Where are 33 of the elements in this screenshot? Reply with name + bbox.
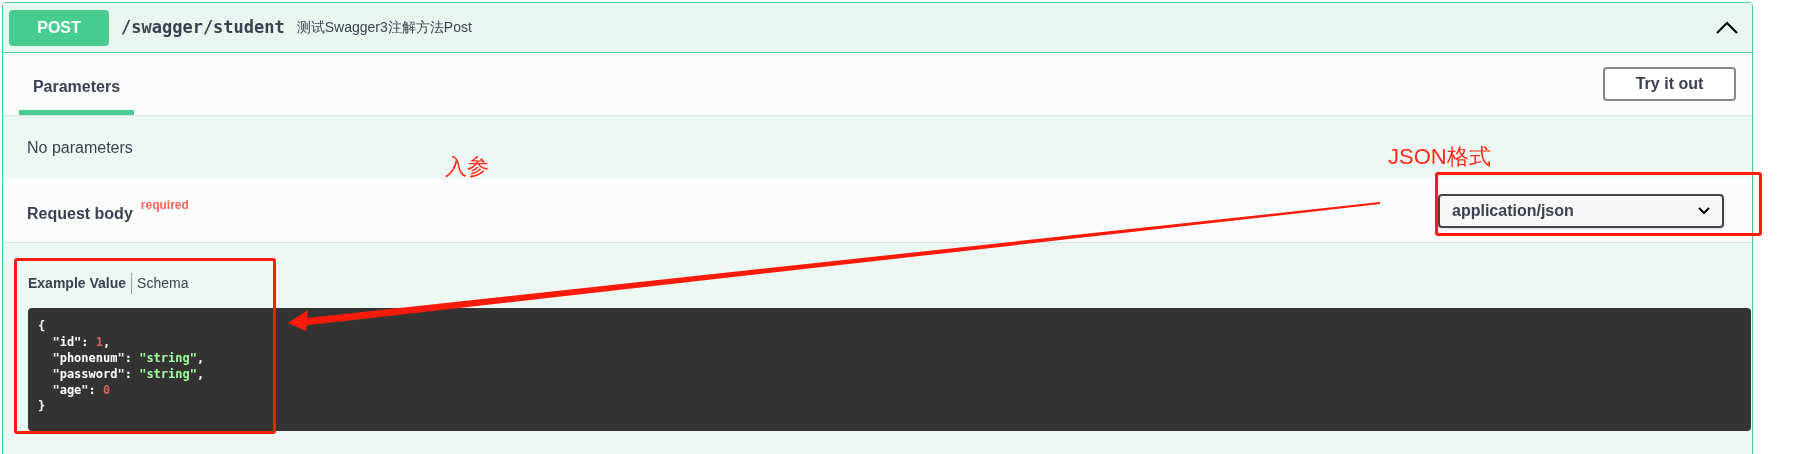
- example-value-tab[interactable]: Example Value: [28, 273, 132, 294]
- try-it-out-button[interactable]: Try it out: [1603, 67, 1736, 101]
- code-token: ,: [196, 351, 205, 365]
- code-token: 1: [95, 335, 104, 349]
- required-label: required: [140, 196, 189, 214]
- code-token: }: [38, 399, 46, 413]
- code-token: 0: [103, 383, 111, 397]
- operation-header[interactable]: POST /swagger/student 测试Swagger3注解方法Post: [3, 3, 1752, 53]
- annotation-text: 入参: [445, 156, 489, 178]
- code-token: "age": [51, 383, 89, 397]
- request-body-title: Request body: [27, 203, 133, 224]
- chevron-down-icon: [1698, 206, 1710, 215]
- code-token: :: [88, 383, 97, 397]
- schema-tab[interactable]: Schema: [131, 273, 194, 294]
- code-token: "string": [139, 351, 197, 365]
- code-token: ,: [103, 335, 111, 349]
- code-token: {: [38, 319, 46, 333]
- code-token: :: [124, 367, 133, 381]
- code-token: ,: [196, 367, 205, 381]
- content-type-select[interactable]: application/json: [1438, 193, 1724, 228]
- endpoint-summary: 测试Swagger3注解方法Post: [296, 18, 472, 37]
- code-token: :: [81, 335, 90, 349]
- no-parameters-text: No parameters: [27, 137, 133, 158]
- parameters-tab[interactable]: Parameters: [19, 53, 134, 115]
- code-token: "string": [139, 367, 197, 381]
- annotation-text: JSON格式: [1388, 146, 1491, 168]
- method-badge: POST: [9, 9, 109, 46]
- code-token: "phonenum": [51, 351, 125, 365]
- chevron-up-icon[interactable]: [1716, 20, 1738, 35]
- code-token: "password": [51, 367, 125, 381]
- code-token: :: [124, 351, 133, 365]
- endpoint-path: /swagger/student: [121, 15, 285, 39]
- code-token: "id": [51, 335, 82, 349]
